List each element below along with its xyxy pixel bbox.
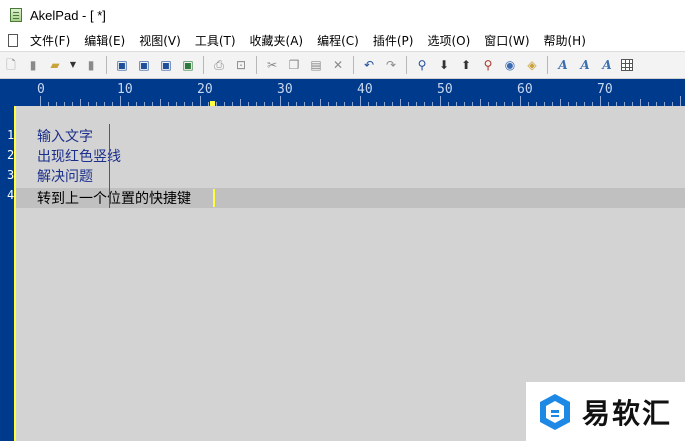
font-icon[interactable]: A bbox=[555, 57, 571, 73]
title-bar: AkelPad - [ *] bbox=[0, 0, 685, 30]
print-preview-icon[interactable]: ⊡ bbox=[233, 57, 249, 73]
document-icon[interactable] bbox=[8, 34, 18, 47]
toolbar: 🗋 ▮ ▰ ▼ ▮ ▣ ▣ ▣ ▣ ⎙ ⊡ ✂ ❐ ▤ ✕ ↶ ↷ ⚲ ⬇ ⬆ … bbox=[0, 51, 685, 79]
toolbar-separator bbox=[256, 56, 257, 74]
text-line: 输入文字 bbox=[37, 129, 93, 145]
ruler-label: 40 bbox=[357, 82, 373, 97]
ruler-tick bbox=[600, 96, 601, 106]
toolbar-separator bbox=[406, 56, 407, 74]
text-line-current: 转到上一个位置的快捷键 bbox=[37, 191, 191, 207]
menu-view[interactable]: 视图(V) bbox=[139, 32, 181, 49]
find-next-icon[interactable]: ⬇ bbox=[436, 57, 452, 73]
find-icon[interactable]: ⚲ bbox=[414, 57, 430, 73]
print-icon[interactable]: ⎙ bbox=[211, 57, 227, 73]
close-doc-icon[interactable]: ▮ bbox=[83, 57, 99, 73]
ruler-tick bbox=[80, 99, 81, 106]
save-all-icon[interactable]: ▣ bbox=[158, 57, 174, 73]
menu-file[interactable]: 文件(F) bbox=[30, 32, 70, 49]
ruler-tick bbox=[480, 99, 481, 106]
ruler-tick bbox=[320, 99, 321, 106]
ruler-label: 50 bbox=[437, 82, 453, 97]
watermark-logo-icon bbox=[540, 393, 570, 430]
menu-tools[interactable]: 工具(T) bbox=[195, 32, 236, 49]
ruler-tick bbox=[640, 99, 641, 106]
delete-icon[interactable]: ✕ bbox=[330, 57, 346, 73]
ruler-tick bbox=[200, 96, 201, 106]
save-session-icon[interactable]: ▣ bbox=[180, 57, 196, 73]
menu-bar: 文件(F) 编辑(E) 视图(V) 工具(T) 收藏夹(A) 编程(C) 插件(… bbox=[0, 30, 685, 51]
menu-coding[interactable]: 编程(C) bbox=[317, 32, 359, 49]
new-file-icon[interactable]: 🗋 bbox=[3, 57, 19, 73]
menu-window[interactable]: 窗口(W) bbox=[484, 32, 529, 49]
ruler-tick bbox=[280, 96, 281, 106]
grid-icon[interactable] bbox=[621, 59, 633, 71]
ruler-tick bbox=[440, 96, 441, 106]
menu-plugins[interactable]: 插件(P) bbox=[373, 32, 414, 49]
toolbar-separator bbox=[353, 56, 354, 74]
bookmark-icon[interactable]: ◈ bbox=[524, 57, 540, 73]
ruler-label: 20 bbox=[197, 82, 213, 97]
watermark-text: 易软汇 bbox=[582, 396, 673, 430]
ruler-label: 0 bbox=[37, 82, 45, 97]
cut-icon[interactable]: ✂ bbox=[264, 57, 280, 73]
menu-edit[interactable]: 编辑(E) bbox=[84, 32, 125, 49]
open-folder-icon[interactable]: ▰ bbox=[47, 57, 63, 73]
font-bold-icon[interactable]: A bbox=[577, 57, 593, 73]
ruler-tick bbox=[560, 99, 561, 106]
goto-icon[interactable]: ◉ bbox=[502, 57, 518, 73]
copy-icon[interactable]: ❐ bbox=[286, 57, 302, 73]
menu-favorites[interactable]: 收藏夹(A) bbox=[250, 32, 304, 49]
ruler-label: 70 bbox=[597, 82, 613, 97]
save-as-icon[interactable]: ▣ bbox=[136, 57, 152, 73]
app-icon bbox=[10, 8, 22, 22]
redo-icon[interactable]: ↷ bbox=[383, 57, 399, 73]
ruler-tick bbox=[240, 99, 241, 106]
new-doc-icon[interactable]: ▮ bbox=[25, 57, 41, 73]
watermark: 易软汇 bbox=[526, 382, 685, 441]
window-title: AkelPad - [ *] bbox=[30, 7, 106, 23]
text-caret bbox=[213, 189, 215, 207]
menu-options[interactable]: 选项(O) bbox=[427, 32, 470, 49]
ruler-tick bbox=[160, 99, 161, 106]
gutter-marker-bar bbox=[14, 106, 16, 441]
ruler-label: 30 bbox=[277, 82, 293, 97]
save-icon[interactable]: ▣ bbox=[114, 57, 130, 73]
paste-icon[interactable]: ▤ bbox=[308, 57, 324, 73]
ruler-tick bbox=[40, 96, 41, 106]
undo-icon[interactable]: ↶ bbox=[361, 57, 377, 73]
dropdown-arrow-icon[interactable]: ▼ bbox=[69, 57, 77, 73]
ruler-tick bbox=[360, 96, 361, 106]
ruler-label: 10 bbox=[117, 82, 133, 97]
ruler-tick bbox=[520, 96, 521, 106]
toolbar-separator bbox=[203, 56, 204, 74]
column-marker-line bbox=[109, 124, 110, 208]
ruler-label: 60 bbox=[517, 82, 533, 97]
font-color-icon[interactable]: A bbox=[599, 57, 615, 73]
toolbar-separator bbox=[547, 56, 548, 74]
menu-help[interactable]: 帮助(H) bbox=[544, 32, 586, 49]
ruler: 0 10 20 30 40 50 60 70 bbox=[36, 80, 685, 106]
find-prev-icon[interactable]: ⬆ bbox=[458, 57, 474, 73]
ruler-tick bbox=[120, 96, 121, 106]
text-line: 解决问题 bbox=[37, 169, 93, 185]
replace-icon[interactable]: ⚲ bbox=[480, 57, 496, 73]
ruler-tick bbox=[400, 99, 401, 106]
toolbar-separator bbox=[106, 56, 107, 74]
ruler-tick bbox=[680, 96, 681, 106]
